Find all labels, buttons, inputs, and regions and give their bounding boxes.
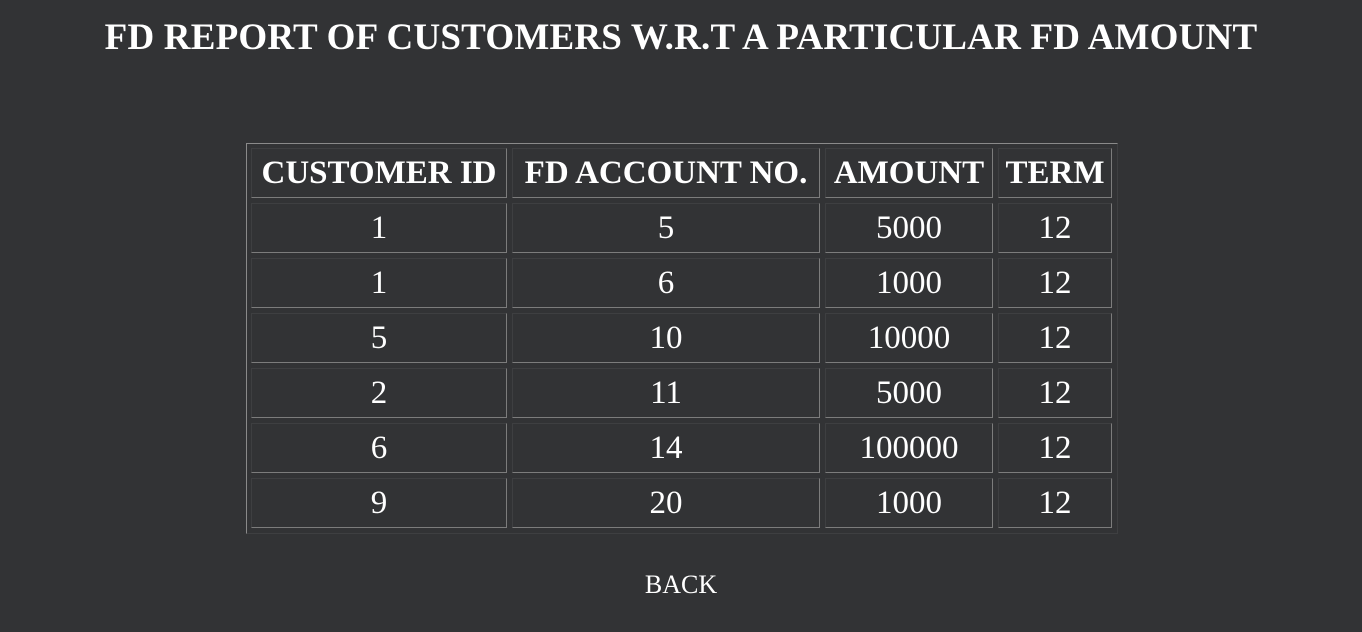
- cell-fd-account-no: 14: [512, 423, 820, 473]
- cell-term: 12: [998, 478, 1112, 528]
- table-row: 9 20 1000 12: [251, 478, 1112, 528]
- table-row: 2 11 5000 12: [251, 368, 1112, 418]
- cell-fd-account-no: 11: [512, 368, 820, 418]
- cell-customer-id: 1: [251, 203, 507, 253]
- cell-customer-id: 9: [251, 478, 507, 528]
- page-title: FD REPORT OF CUSTOMERS W.R.T A PARTICULA…: [104, 17, 1258, 58]
- cell-term: 12: [998, 423, 1112, 473]
- fd-report-table: CUSTOMER ID FD ACCOUNT NO. AMOUNT TERM 1…: [246, 143, 1117, 533]
- cell-fd-account-no: 6: [512, 258, 820, 308]
- cell-fd-account-no: 5: [512, 203, 820, 253]
- cell-amount: 1000: [825, 258, 993, 308]
- cell-amount: 5000: [825, 203, 993, 253]
- table-row: 6 14 100000 12: [251, 423, 1112, 473]
- table-row: 5 10 10000 12: [251, 313, 1112, 363]
- header-amount: AMOUNT: [825, 148, 993, 198]
- cell-fd-account-no: 20: [512, 478, 820, 528]
- header-fd-account-no: FD ACCOUNT NO.: [512, 148, 820, 198]
- header-term: TERM: [998, 148, 1112, 198]
- cell-customer-id: 5: [251, 313, 507, 363]
- cell-amount: 10000: [825, 313, 993, 363]
- table-header-row: CUSTOMER ID FD ACCOUNT NO. AMOUNT TERM: [251, 148, 1112, 198]
- table-row: 1 6 1000 12: [251, 258, 1112, 308]
- cell-customer-id: 2: [251, 368, 507, 418]
- back-link-label[interactable]: BACK: [645, 570, 717, 599]
- cell-customer-id: 6: [251, 423, 507, 473]
- cell-amount: 100000: [825, 423, 993, 473]
- cell-term: 12: [998, 258, 1112, 308]
- cell-term: 12: [998, 368, 1112, 418]
- fd-report-table-container: CUSTOMER ID FD ACCOUNT NO. AMOUNT TERM 1…: [246, 143, 1118, 534]
- cell-amount: 1000: [825, 478, 993, 528]
- report-page: FD REPORT OF CUSTOMERS W.R.T A PARTICULA…: [0, 0, 1362, 632]
- table-row: 1 5 5000 12: [251, 203, 1112, 253]
- cell-fd-account-no: 10: [512, 313, 820, 363]
- cell-customer-id: 1: [251, 258, 507, 308]
- back-link[interactable]: BACK: [0, 568, 1362, 602]
- cell-term: 12: [998, 313, 1112, 363]
- cell-amount: 5000: [825, 368, 993, 418]
- header-customer-id: CUSTOMER ID: [251, 148, 507, 198]
- cell-term: 12: [998, 203, 1112, 253]
